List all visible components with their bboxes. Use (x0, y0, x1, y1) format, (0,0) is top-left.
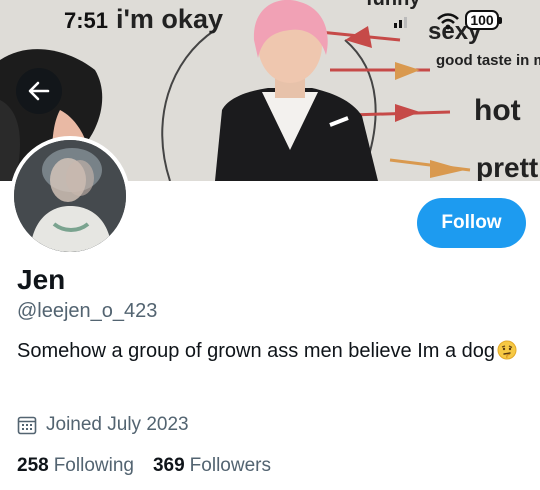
display-name: Jen (17, 264, 66, 295)
banner-text-pretty: prett (476, 152, 539, 181)
joined-date: Joined July 2023 (46, 414, 189, 435)
status-time: 7:51 (64, 8, 109, 33)
banner-text-funny: funny (366, 0, 420, 11)
back-arrow-icon (28, 81, 50, 101)
follow-button[interactable]: Follow (417, 198, 526, 248)
battery-icon: 100 (465, 10, 502, 30)
following-label: Following (53, 455, 134, 476)
profile-bio: Somehow a group of grown ass men believe… (17, 335, 522, 367)
bio-text: Somehow a group of grown ass men believe… (17, 340, 496, 362)
avatar[interactable] (10, 136, 130, 256)
user-handle: @leejen_o_423 (17, 300, 158, 322)
follow-stats: 258 Following 369 Followers (17, 455, 290, 477)
followers-label: Followers (189, 455, 271, 476)
following-link[interactable]: 258 Following (17, 455, 134, 477)
calendar-icon (17, 416, 37, 435)
banner-text-okay: i'm okay (116, 4, 223, 34)
wifi-icon (437, 13, 459, 30)
followers-count: 369 (152, 455, 185, 476)
banner-text-good-taste: good taste in music (436, 52, 540, 69)
thinking-face-emoji-icon (497, 340, 517, 360)
following-count: 258 (17, 455, 49, 476)
joined-date-row: Joined July 2023 (17, 414, 189, 436)
back-button[interactable] (16, 68, 62, 114)
cellular-signal-icon (394, 17, 407, 28)
banner-text-hot: hot (474, 94, 521, 127)
followers-link[interactable]: 369 Followers (153, 455, 271, 477)
avatar-image (14, 140, 126, 252)
